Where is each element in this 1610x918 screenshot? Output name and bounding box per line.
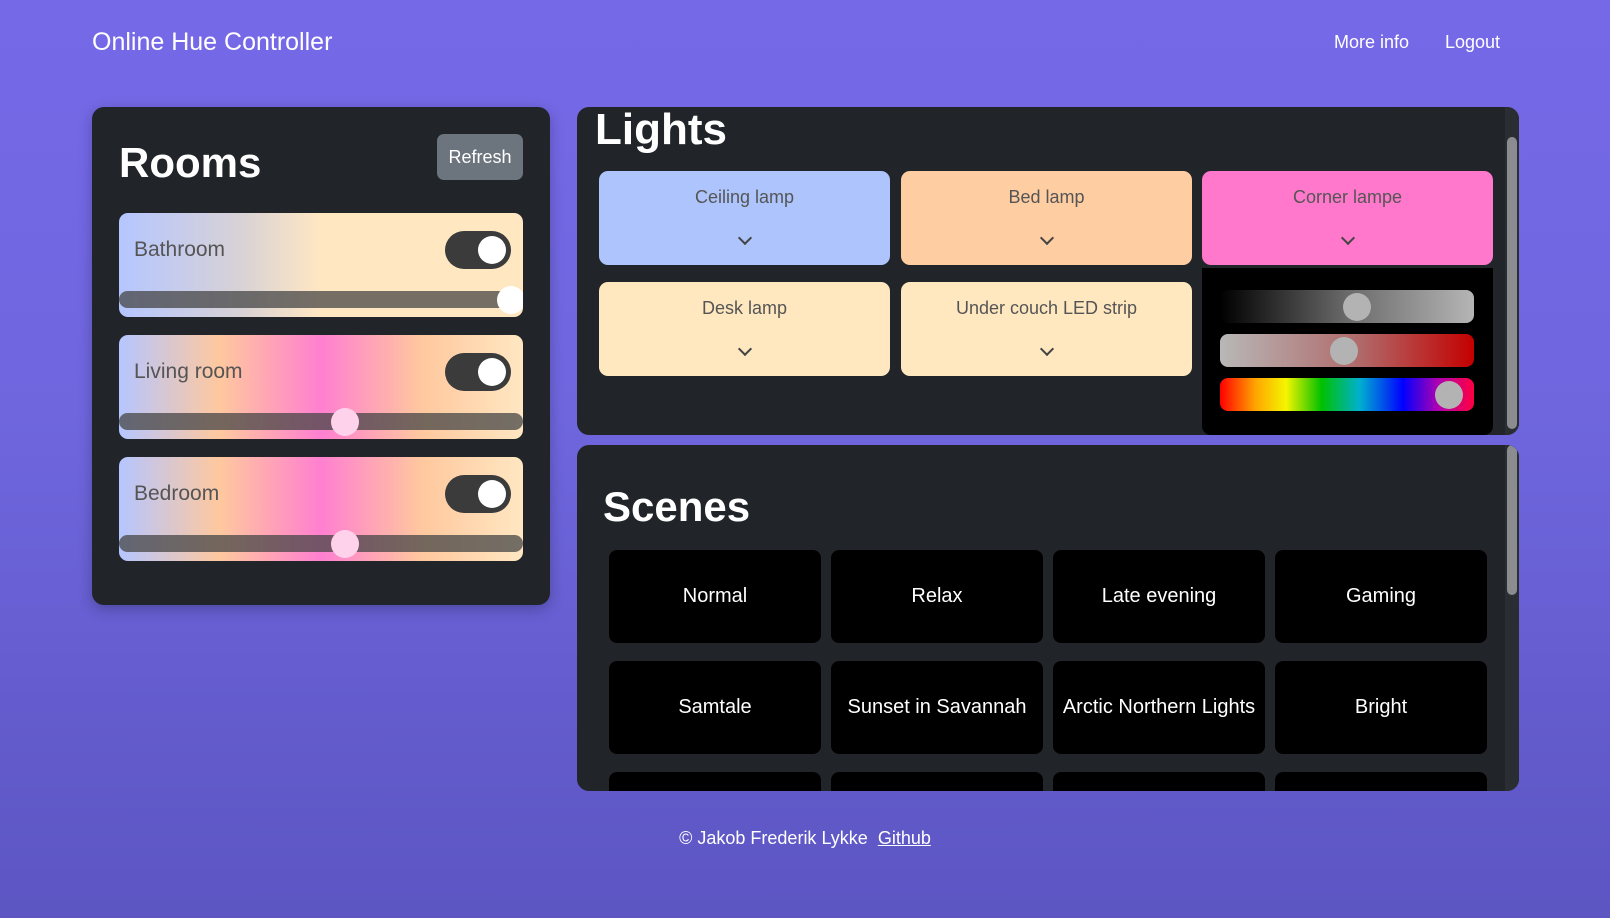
saturation-slider[interactable] (1220, 334, 1474, 367)
scene-button-partial[interactable] (609, 772, 821, 791)
scene-button-gaming[interactable]: Gaming (1275, 550, 1487, 643)
lights-panel: Lights Ceiling lamp Bed lamp Corner lamp… (577, 107, 1519, 435)
github-link[interactable]: Github (878, 828, 931, 848)
rooms-title: Rooms (119, 139, 262, 186)
chevron-down-icon[interactable] (1039, 230, 1054, 246)
scene-button-late-evening[interactable]: Late evening (1053, 550, 1265, 643)
hue-slider[interactable] (1220, 378, 1474, 411)
light-name: Desk lamp (701, 298, 788, 318)
light-name: Under couch LED strip (955, 298, 1138, 318)
scene-button-bright[interactable]: Bright (1275, 661, 1487, 754)
light-controls-panel (1202, 268, 1493, 435)
scene-button-sunset-in-savannah[interactable]: Sunset in Savannah (831, 661, 1043, 754)
light-card-bed-lamp[interactable]: Bed lamp (901, 171, 1192, 265)
brightness-slider[interactable] (1220, 290, 1474, 323)
light-card-ceiling-lamp[interactable]: Ceiling lamp (599, 171, 890, 265)
refresh-button[interactable]: Refresh (437, 134, 523, 180)
scenes-panel: Scenes Normal Relax Late evening Gaming … (577, 445, 1519, 791)
room-name: Bedroom (134, 482, 220, 505)
room-brightness-slider[interactable] (119, 286, 523, 314)
room-brightness-slider[interactable] (119, 530, 523, 558)
room-card-living-room: Living room (119, 335, 523, 439)
scenes-title: Scenes (603, 483, 751, 530)
scenes-scrollbar[interactable] (1505, 445, 1519, 791)
light-name: Corner lampe (1292, 187, 1403, 207)
toggle-knob (478, 236, 506, 264)
room-name: Living room (134, 360, 243, 383)
light-card-desk-lamp[interactable]: Desk lamp (599, 282, 890, 376)
lights-title: Lights (595, 107, 727, 154)
scene-button-partial[interactable] (1053, 772, 1265, 791)
more-info-link[interactable]: More info (1334, 32, 1409, 53)
footer: © Jakob Frederik Lykke Github (0, 828, 1610, 849)
chevron-down-icon[interactable] (1340, 230, 1355, 246)
room-power-toggle[interactable] (445, 353, 511, 391)
chevron-down-icon[interactable] (1039, 341, 1054, 357)
slider-thumb[interactable] (1434, 381, 1463, 409)
scrollbar-thumb[interactable] (1507, 445, 1517, 595)
slider-thumb[interactable] (331, 530, 360, 558)
brand-title[interactable]: Online Hue Controller (92, 28, 332, 57)
light-card-corner-lampe[interactable]: Corner lampe (1202, 171, 1493, 265)
slider-thumb[interactable] (1343, 293, 1372, 321)
room-card-bedroom: Bedroom (119, 457, 523, 561)
scene-button-arctic-northern-lights[interactable]: Arctic Northern Lights (1053, 661, 1265, 754)
rooms-panel: Rooms Refresh Bathroom Living room Bedro… (92, 107, 550, 605)
slider-thumb[interactable] (331, 408, 360, 436)
toggle-knob (478, 358, 506, 386)
scene-button-partial[interactable] (1275, 772, 1487, 791)
scene-button-relax[interactable]: Relax (831, 550, 1043, 643)
room-power-toggle[interactable] (445, 475, 511, 513)
scene-button-samtale[interactable]: Samtale (609, 661, 821, 754)
lights-scrollbar[interactable] (1505, 107, 1519, 435)
room-card-bathroom: Bathroom (119, 213, 523, 317)
room-power-toggle[interactable] (445, 231, 511, 269)
room-name: Bathroom (134, 238, 226, 261)
room-brightness-slider[interactable] (119, 408, 523, 436)
light-name: Bed lamp (1008, 187, 1085, 207)
copyright-text: © Jakob Frederik Lykke (679, 828, 868, 848)
scene-button-normal[interactable]: Normal (609, 550, 821, 643)
slider-thumb[interactable] (1330, 337, 1359, 365)
light-name: Ceiling lamp (694, 187, 795, 207)
scene-button-partial[interactable] (831, 772, 1043, 791)
slider-thumb[interactable] (496, 286, 523, 314)
chevron-down-icon[interactable] (737, 230, 752, 246)
light-card-under-couch-led-strip[interactable]: Under couch LED strip (901, 282, 1192, 376)
chevron-down-icon[interactable] (737, 341, 752, 357)
logout-link[interactable]: Logout (1445, 32, 1500, 53)
scrollbar-thumb[interactable] (1507, 137, 1517, 429)
toggle-knob (478, 480, 506, 508)
